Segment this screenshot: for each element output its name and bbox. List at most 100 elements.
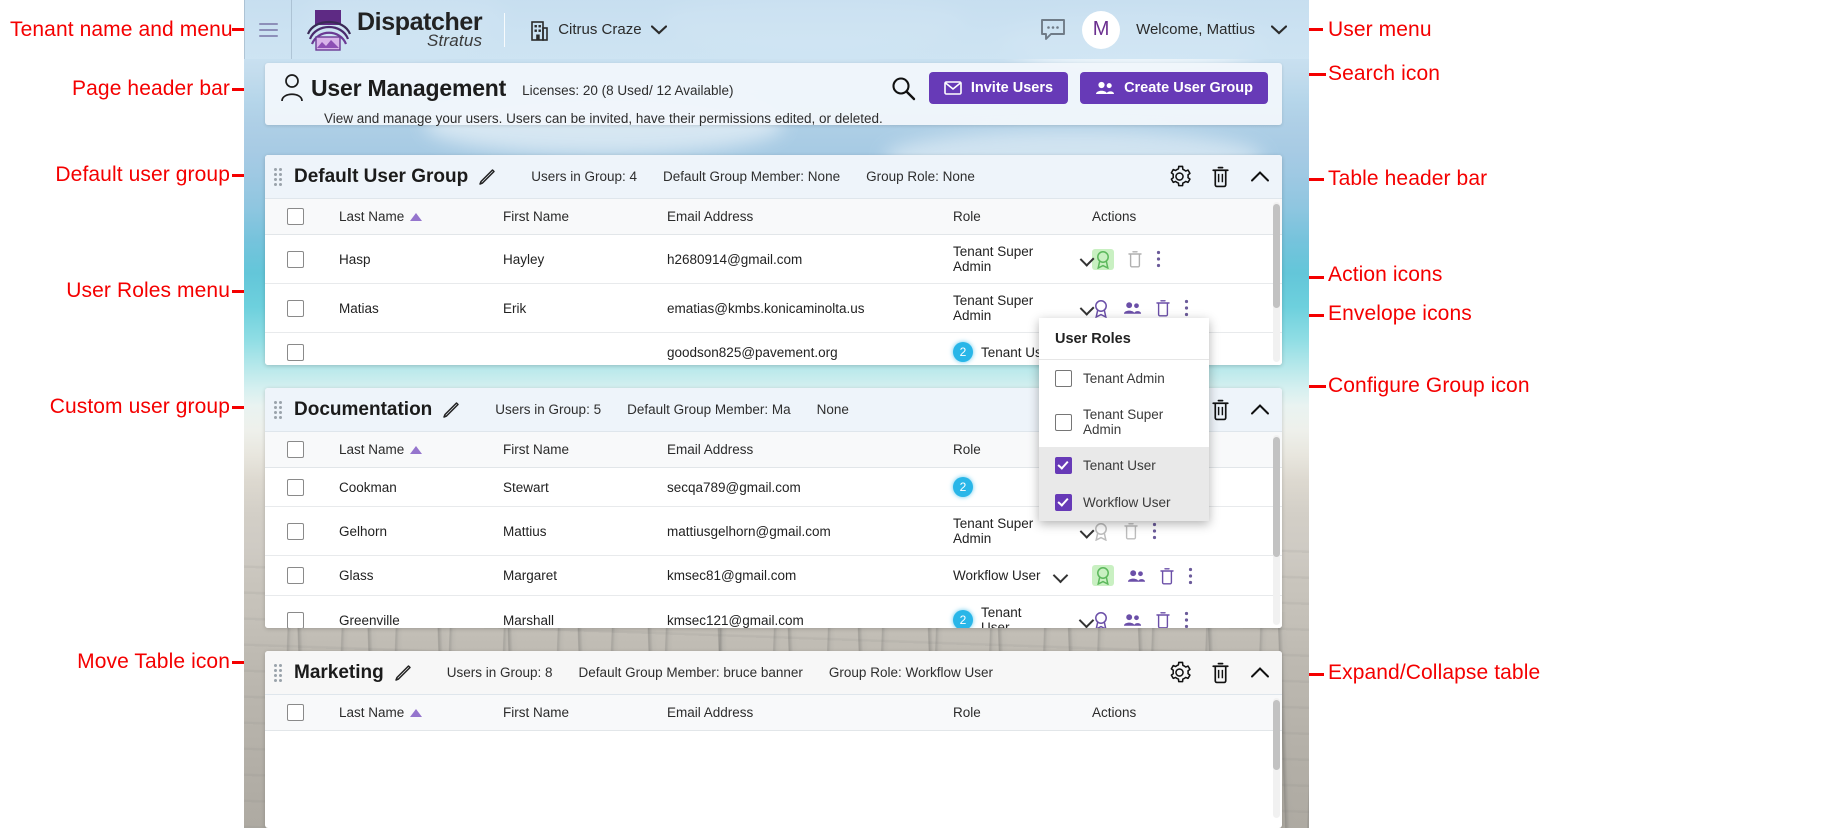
sort-ascending-icon[interactable]: [410, 709, 423, 718]
brand-logo-area: Dispatcher Stratus: [292, 0, 483, 59]
more-options-kebab-icon[interactable]: [1152, 522, 1157, 540]
select-all-checkbox[interactable]: [287, 441, 304, 458]
move-table-icon[interactable]: [274, 167, 285, 187]
pending-badge: 2: [953, 342, 973, 362]
manage-group-members-icon[interactable]: [1123, 301, 1142, 315]
expand-collapse-table-icon[interactable]: [1250, 170, 1270, 183]
delete-group-icon[interactable]: [1210, 661, 1231, 684]
select-all-checkbox[interactable]: [287, 704, 304, 721]
more-options-kebab-icon[interactable]: [1188, 567, 1193, 585]
row-checkbox[interactable]: [287, 611, 304, 628]
column-email[interactable]: Email Address: [667, 199, 953, 235]
more-options-kebab-icon[interactable]: [1184, 611, 1189, 628]
user-roles-menu[interactable]: User Roles Tenant Admin Tenant Super Adm…: [1039, 318, 1209, 521]
column-first-name[interactable]: First Name: [503, 199, 667, 235]
user-role-tag-icon[interactable]: [1092, 565, 1114, 586]
users-in-group: Users in Group: 8: [446, 665, 553, 680]
checkbox-checked-icon[interactable]: [1055, 457, 1072, 474]
row-checkbox[interactable]: [287, 478, 304, 496]
page-subtitle: View and manage your users. Users can be…: [324, 111, 883, 126]
annotation-user-menu: User menu: [1328, 18, 1432, 41]
delete-group-icon[interactable]: [1210, 165, 1231, 188]
column-role[interactable]: Role: [953, 199, 1092, 235]
edit-pencil-icon[interactable]: [477, 167, 497, 187]
delete-user-icon[interactable]: [1127, 250, 1143, 268]
column-last-name[interactable]: Last Name: [339, 705, 404, 720]
select-all-checkbox[interactable]: [287, 208, 304, 225]
column-first-name[interactable]: First Name: [503, 695, 667, 731]
group-meta: Users in Group: 4 Default Group Member: …: [531, 169, 975, 184]
search-icon[interactable]: [889, 74, 917, 102]
user-role-tag-icon[interactable]: [1092, 611, 1110, 628]
delete-user-icon[interactable]: [1155, 299, 1171, 317]
chat-bubble-icon[interactable]: [1040, 18, 1066, 42]
create-user-group-label: Create User Group: [1124, 80, 1253, 96]
column-last-name[interactable]: Last Name: [339, 209, 404, 224]
row-checkbox[interactable]: [287, 250, 304, 268]
table-row[interactable]: Greenville Marshall kmsec121@gmail.com 2…: [265, 595, 1282, 628]
role-dropdown-chevron[interactable]: [1052, 567, 1068, 584]
column-actions: Actions: [1092, 695, 1282, 731]
configure-group-icon[interactable]: [1168, 661, 1191, 684]
table-row[interactable]: Glass Margaret kmsec81@gmail.com Workflo…: [265, 555, 1282, 596]
user-roles-item-workflow-user[interactable]: Workflow User: [1039, 484, 1209, 521]
row-checkbox[interactable]: [287, 343, 304, 361]
avatar[interactable]: M: [1082, 10, 1121, 49]
table-scrollbar-thumb[interactable]: [1273, 700, 1280, 770]
column-email[interactable]: Email Address: [667, 695, 953, 731]
chevron-down-icon[interactable]: [1271, 24, 1287, 35]
row-checkbox[interactable]: [287, 299, 304, 317]
user-roles-item-tenant-super-admin[interactable]: Tenant Super Admin: [1039, 397, 1209, 447]
edit-pencil-icon[interactable]: [441, 400, 461, 420]
table-row[interactable]: Hasp Hayley h2680914@gmail.com Tenant Su…: [265, 234, 1282, 284]
cell-email: secqa789@gmail.com: [667, 467, 953, 507]
checkbox-unchecked-icon[interactable]: [1055, 413, 1072, 431]
manage-group-members-icon[interactable]: [1127, 569, 1146, 583]
chevron-down-icon[interactable]: [650, 24, 667, 35]
action-icons: [1092, 522, 1282, 541]
expand-collapse-table-icon[interactable]: [1250, 666, 1270, 679]
configure-group-icon[interactable]: [1168, 165, 1191, 188]
column-email[interactable]: Email Address: [667, 432, 953, 468]
user-roles-item-tenant-user[interactable]: Tenant User: [1039, 447, 1209, 484]
sort-ascending-icon[interactable]: [410, 213, 423, 222]
expand-collapse-table-icon[interactable]: [1250, 403, 1270, 416]
user-roles-item-label: Workflow User: [1083, 495, 1171, 510]
application-window: Dispatcher Stratus Citrus Craze M Welcom…: [244, 0, 1309, 828]
edit-pencil-icon[interactable]: [393, 663, 413, 683]
user-menu-label[interactable]: Welcome, Mattius: [1136, 21, 1255, 38]
annotation-tenant-name-and-menu: Tenant name and menu: [10, 18, 233, 41]
checkbox-unchecked-icon[interactable]: [1055, 370, 1072, 387]
column-last-name[interactable]: Last Name: [339, 442, 404, 457]
create-user-group-button[interactable]: Create User Group: [1080, 72, 1268, 104]
delete-user-icon[interactable]: [1123, 522, 1139, 540]
invite-users-button[interactable]: Invite Users: [928, 72, 1069, 104]
row-checkbox[interactable]: [287, 522, 304, 540]
group-role: Group Role: Workflow User: [828, 665, 993, 680]
dispatcher-logo-icon: [306, 8, 352, 52]
table-header-bar: Marketing Users in Group: 8 Default Grou…: [265, 651, 1282, 695]
table-scrollbar-thumb[interactable]: [1273, 437, 1280, 557]
group-meta: Users in Group: 5 Default Group Member: …: [495, 402, 849, 417]
delete-user-icon[interactable]: [1159, 567, 1175, 585]
delete-group-icon[interactable]: [1210, 398, 1231, 421]
column-role[interactable]: Role: [953, 695, 1092, 731]
move-table-icon[interactable]: [274, 663, 285, 683]
hamburger-menu-icon[interactable]: [245, 22, 291, 37]
more-options-kebab-icon[interactable]: [1184, 299, 1189, 317]
more-options-kebab-icon[interactable]: [1156, 250, 1161, 268]
table-scrollbar-thumb[interactable]: [1273, 204, 1280, 308]
annotation-envelope-icons: Envelope icons: [1328, 302, 1472, 325]
tenant-selector[interactable]: Citrus Craze: [505, 19, 667, 41]
manage-group-members-icon[interactable]: [1123, 613, 1142, 627]
group-meta: Users in Group: 8 Default Group Member: …: [447, 665, 993, 680]
column-first-name[interactable]: First Name: [503, 432, 667, 468]
user-roles-item-tenant-admin[interactable]: Tenant Admin: [1039, 360, 1209, 397]
user-roles-item-label: Tenant Super Admin: [1083, 407, 1164, 437]
user-role-tag-icon[interactable]: [1092, 248, 1114, 270]
row-checkbox[interactable]: [287, 567, 304, 584]
checkbox-checked-icon[interactable]: [1055, 494, 1072, 511]
move-table-icon[interactable]: [274, 400, 285, 420]
delete-user-icon[interactable]: [1155, 611, 1171, 628]
sort-ascending-icon[interactable]: [410, 446, 423, 455]
